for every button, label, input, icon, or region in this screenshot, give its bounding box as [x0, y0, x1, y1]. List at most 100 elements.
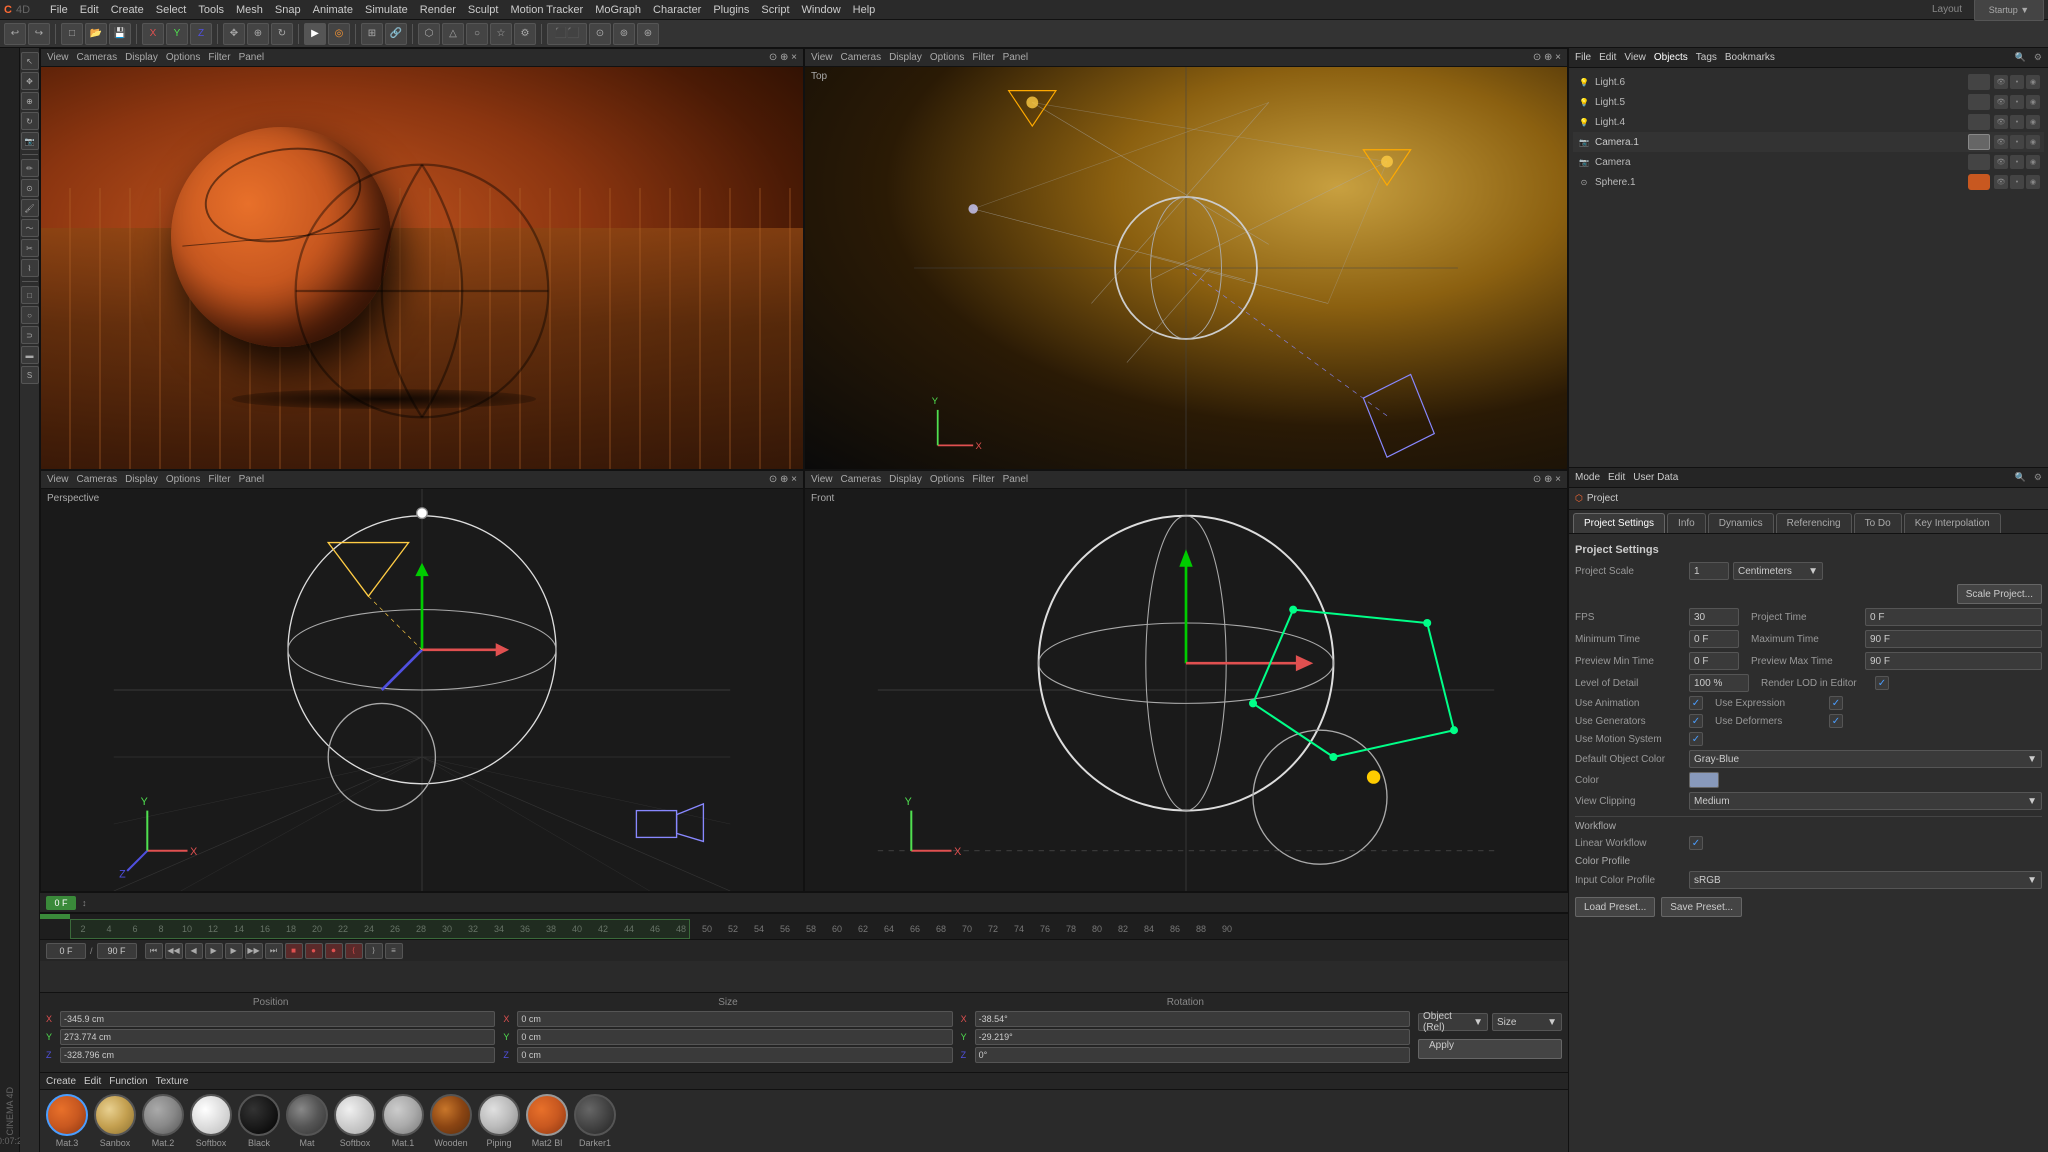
- val-project-scale[interactable]: 1: [1689, 562, 1729, 580]
- vp-top-display[interactable]: Display: [889, 52, 922, 63]
- menu-character[interactable]: Character: [653, 4, 701, 16]
- tl-auto[interactable]: ⟩: [365, 943, 383, 959]
- timeline-track[interactable]: 2 4 6 8 10 12 14 16 18 20 22 24 26 28 30…: [40, 919, 1568, 939]
- vp-top-filter[interactable]: Filter: [972, 52, 994, 63]
- obj-camera-dot[interactable]: •: [2010, 155, 2024, 169]
- lt-bridge[interactable]: ⌇: [21, 259, 39, 277]
- vp-front-options[interactable]: Options: [930, 474, 964, 485]
- tab-project-settings[interactable]: Project Settings: [1573, 513, 1665, 533]
- obj-light6-render[interactable]: ◉: [2026, 75, 2040, 89]
- lt-scale[interactable]: ⊕: [21, 92, 39, 110]
- menu-animate[interactable]: Animate: [313, 4, 353, 16]
- save-preset-btn[interactable]: Save Preset...: [1661, 897, 1742, 917]
- vp-persp-view[interactable]: View: [47, 474, 69, 485]
- props-edit-menu[interactable]: Edit: [1608, 472, 1625, 483]
- lt-rotate[interactable]: ↻: [21, 112, 39, 130]
- vp-front-view[interactable]: View: [811, 474, 833, 485]
- val-preview-min[interactable]: 0 F: [1689, 652, 1739, 670]
- pos-z-value[interactable]: -328.796 cm: [60, 1047, 495, 1063]
- val-lod[interactable]: 100 %: [1689, 674, 1749, 692]
- tl-play[interactable]: ▶: [205, 943, 223, 959]
- obj-row-camera1[interactable]: 📷 Camera.1 👁 • ◉: [1573, 132, 2044, 152]
- props-search-icon[interactable]: 🔍: [2015, 472, 2026, 483]
- open-btn[interactable]: 📂: [85, 23, 107, 45]
- vp-rendered-cameras[interactable]: Cameras: [77, 52, 118, 63]
- menu-edit[interactable]: Edit: [80, 4, 99, 16]
- vp-front-cameras[interactable]: Cameras: [841, 474, 882, 485]
- tl-go-end[interactable]: ⏭: [265, 943, 283, 959]
- viewport-top[interactable]: View Cameras Display Options Filter Pane…: [804, 48, 1568, 470]
- obj-camera1-dot[interactable]: •: [2010, 135, 2024, 149]
- obj-search-icon[interactable]: 🔍: [2015, 52, 2026, 63]
- tl-record2[interactable]: ⏺: [325, 943, 343, 959]
- vp-persp-cameras[interactable]: Cameras: [77, 474, 118, 485]
- cb-use-motion[interactable]: ✓: [1689, 732, 1703, 746]
- tl-record[interactable]: ●: [305, 943, 323, 959]
- obj-gear-icon[interactable]: ⚙: [2034, 52, 2042, 63]
- lt-box[interactable]: □: [21, 286, 39, 304]
- scale-project-btn[interactable]: Scale Project...: [1957, 584, 2042, 604]
- move-tool[interactable]: ✥: [223, 23, 245, 45]
- tl-prev-key[interactable]: ◀◀: [165, 943, 183, 959]
- scale-tool[interactable]: ⊕: [247, 23, 269, 45]
- vp-persp-panel[interactable]: Panel: [239, 474, 265, 485]
- obj-file-menu[interactable]: File: [1575, 52, 1591, 63]
- viewport-rendered[interactable]: View Cameras Display Options Filter Pane…: [40, 48, 804, 470]
- vp-persp-display[interactable]: Display: [125, 474, 158, 485]
- tb6[interactable]: ⬛⬛: [547, 23, 587, 45]
- new-btn[interactable]: □: [61, 23, 83, 45]
- snap-btn[interactable]: 🔗: [385, 23, 407, 45]
- menu-create[interactable]: Create: [111, 4, 144, 16]
- tb9[interactable]: ⊛: [637, 23, 659, 45]
- lt-draw[interactable]: ✏: [21, 159, 39, 177]
- dd-default-color[interactable]: Gray-Blue ▼: [1689, 750, 2042, 768]
- tl-next-frame[interactable]: ▶: [225, 943, 243, 959]
- menu-mograph[interactable]: MoGraph: [595, 4, 641, 16]
- dd-view-clipping[interactable]: Medium ▼: [1689, 792, 2042, 810]
- tl-fps-input[interactable]: 90 F: [97, 943, 137, 959]
- obj-light4-render[interactable]: ◉: [2026, 115, 2040, 129]
- size-x-value[interactable]: 0 cm: [517, 1011, 952, 1027]
- pos-y-value[interactable]: 273.774 cm: [60, 1029, 495, 1045]
- lt-camera[interactable]: 📷: [21, 132, 39, 150]
- material-softbox2[interactable]: Softbox: [334, 1094, 376, 1148]
- lt-move[interactable]: ✥: [21, 72, 39, 90]
- tab-referencing[interactable]: Referencing: [1776, 513, 1852, 533]
- obj-light4-eye[interactable]: 👁: [1994, 115, 2008, 129]
- vp-front-content[interactable]: X Y: [805, 489, 1567, 891]
- vp-top-options[interactable]: Options: [930, 52, 964, 63]
- obj-sphere1-eye[interactable]: 👁: [1994, 175, 2008, 189]
- dd-project-scale-unit[interactable]: Centimeters ▼: [1733, 562, 1823, 580]
- material-sanbox[interactable]: Sanbox: [94, 1094, 136, 1148]
- obj-light4-dot[interactable]: •: [2010, 115, 2024, 129]
- vp-rendered-view[interactable]: View: [47, 52, 69, 63]
- obj-view-menu[interactable]: View: [1624, 52, 1646, 63]
- val-project-time[interactable]: 0 F: [1865, 608, 2042, 626]
- obj-sphere1-dot[interactable]: •: [2010, 175, 2024, 189]
- obj-bookmarks-menu[interactable]: Bookmarks: [1725, 52, 1775, 63]
- lt-knife[interactable]: ✂: [21, 239, 39, 257]
- redo-btn[interactable]: ↪: [28, 23, 50, 45]
- lt-magnet[interactable]: ⊙: [21, 179, 39, 197]
- grid-btn[interactable]: ⊞: [361, 23, 383, 45]
- cb-use-generators[interactable]: ✓: [1689, 714, 1703, 728]
- lt-spline[interactable]: 〜: [21, 219, 39, 237]
- vp-top-view[interactable]: View: [811, 52, 833, 63]
- menu-plugins[interactable]: Plugins: [713, 4, 749, 16]
- tb4[interactable]: ☆: [490, 23, 512, 45]
- rot-x-value[interactable]: -38.54°: [975, 1011, 1410, 1027]
- dd-input-color-profile[interactable]: sRGB ▼: [1689, 871, 2042, 889]
- props-userdata-menu[interactable]: User Data: [1633, 472, 1678, 483]
- obj-camera1-eye[interactable]: 👁: [1994, 135, 2008, 149]
- material-mat2[interactable]: Mat.2: [142, 1094, 184, 1148]
- layout-dropdown[interactable]: Startup ▼: [1974, 0, 2044, 21]
- menu-snap[interactable]: Snap: [275, 4, 301, 16]
- obj-camera-render[interactable]: ◉: [2026, 155, 2040, 169]
- menu-tools[interactable]: Tools: [198, 4, 224, 16]
- obj-row-camera[interactable]: 📷 Camera 👁 • ◉: [1573, 152, 2044, 172]
- obj-row-light6[interactable]: 💡 Light.6 👁 • ◉: [1573, 72, 2044, 92]
- lt-select[interactable]: ↖: [21, 52, 39, 70]
- vp-front-filter[interactable]: Filter: [972, 474, 994, 485]
- tool-z[interactable]: Z: [190, 23, 212, 45]
- tb2[interactable]: △: [442, 23, 464, 45]
